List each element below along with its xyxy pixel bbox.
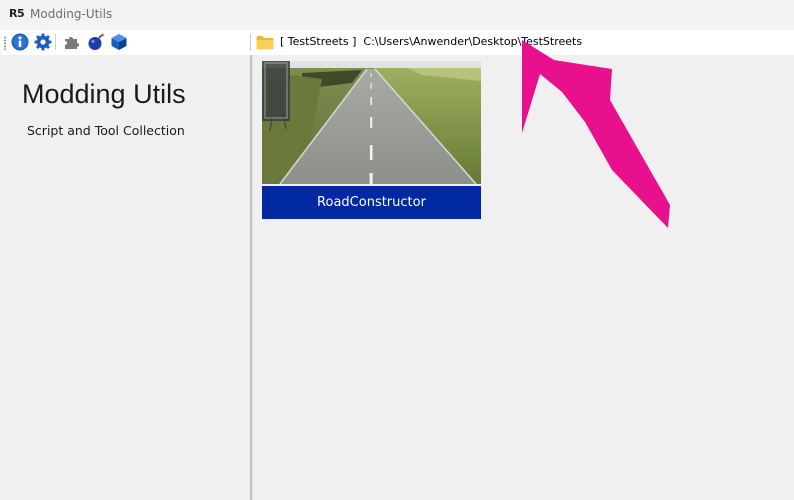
tool-card-roadconstructor[interactable]: RoadConstructor — [262, 61, 481, 219]
path-separator — [250, 34, 251, 51]
toolbar-grip[interactable] — [4, 36, 6, 50]
app-heading: Modding Utils — [22, 79, 186, 109]
cube-icon[interactable] — [110, 33, 128, 51]
window-title: Modding-Utils — [30, 7, 113, 21]
tool-grid: RoadConstructor — [253, 55, 794, 500]
folder-icon[interactable] — [256, 35, 274, 50]
puzzle-icon[interactable] — [63, 33, 81, 51]
toolbar: [ TestStreets ] C:\Users\Anwender\Deskto… — [0, 30, 794, 55]
road-thumbnail[interactable] — [262, 61, 481, 184]
gear-icon[interactable] — [34, 33, 52, 51]
tool-label[interactable]: RoadConstructor — [262, 186, 481, 219]
bomb-icon[interactable] — [87, 33, 105, 51]
sidebar: Modding Utils Script and Tool Collection — [0, 55, 250, 500]
app-logo: R5 — [9, 7, 25, 20]
project-path[interactable]: [ TestStreets ] C:\Users\Anwender\Deskto… — [280, 35, 582, 48]
app-subheading: Script and Tool Collection — [27, 123, 185, 138]
info-icon[interactable] — [11, 33, 29, 51]
title-bar: R5 Modding-Utils — [0, 0, 794, 30]
toolbar-separator — [55, 34, 56, 50]
